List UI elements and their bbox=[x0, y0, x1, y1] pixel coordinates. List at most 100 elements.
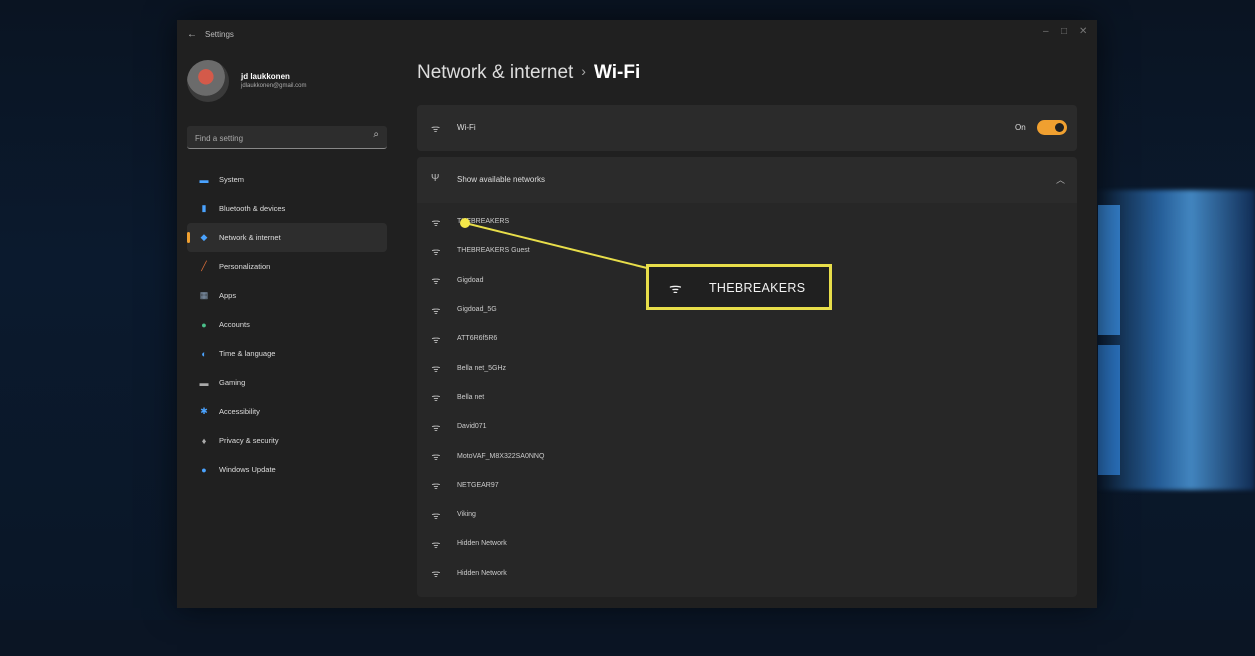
sidebar-item-gaming[interactable]: ▬ Gaming bbox=[187, 368, 387, 397]
user-name: jd laukkonen bbox=[241, 72, 290, 81]
sidebar-item-bluetooth[interactable]: ▮ Bluetooth & devices bbox=[187, 194, 387, 223]
wifi-toggle[interactable] bbox=[1037, 120, 1067, 135]
sidebar-item-windows-update[interactable]: ● Windows Update bbox=[187, 455, 387, 484]
breadcrumb-parent[interactable]: Network & internet bbox=[417, 62, 573, 83]
network-item[interactable]: ᯤ Viking bbox=[417, 500, 1077, 529]
monitor-icon: ▬ bbox=[199, 174, 209, 185]
brush-icon: ╱ bbox=[201, 261, 207, 271]
wifi-signal-icon: ᯤ bbox=[431, 539, 441, 551]
sidebar-item-system[interactable]: ▬ System bbox=[187, 165, 387, 194]
wifi-secured-icon: ᯤ bbox=[669, 280, 682, 296]
back-arrow-icon[interactable]: ← bbox=[187, 29, 197, 40]
page-title: Network & internet › Wi-Fi bbox=[417, 62, 640, 84]
sidebar-item-label: Accounts bbox=[219, 320, 250, 329]
network-item[interactable]: ᯤ MotoVAF_M8X322SA0NNQ bbox=[417, 441, 1077, 470]
network-item[interactable]: ᯤ David071 bbox=[417, 412, 1077, 441]
close-icon[interactable]: ✕ bbox=[1079, 26, 1087, 37]
wifi-signal-icon: ᯤ bbox=[431, 422, 441, 434]
taskbar bbox=[0, 620, 1255, 656]
search-input[interactable] bbox=[193, 129, 367, 147]
network-item[interactable]: ᯤ THEBREAKERS bbox=[417, 207, 1077, 236]
gamepad-icon: ▬ bbox=[199, 377, 209, 388]
desktop-pane-lower bbox=[1098, 345, 1120, 475]
network-item[interactable]: ᯤ Hidden Network bbox=[417, 559, 1077, 588]
shield-icon: ♦ bbox=[201, 435, 207, 446]
sidebar-nav: ▬ System ▮ Bluetooth & devices ◆ Network… bbox=[187, 165, 387, 484]
network-name: MotoVAF_M8X322SA0NNQ bbox=[457, 452, 545, 460]
network-item[interactable]: ᯤ NETGEAR97 bbox=[417, 471, 1077, 500]
maximize-icon[interactable]: □ bbox=[1061, 26, 1067, 37]
sidebar-item-personalization[interactable]: ╱ Personalization bbox=[187, 252, 387, 281]
person-icon: ● bbox=[201, 319, 207, 330]
sidebar-item-label: Time & language bbox=[219, 349, 276, 358]
wifi-signal-icon: ᯤ bbox=[431, 393, 441, 405]
settings-window: ← Settings – □ ✕ jd laukkonen jdlaukkone… bbox=[177, 20, 1097, 608]
sidebar-item-accounts[interactable]: ● Accounts bbox=[187, 310, 387, 339]
network-name: Gigdoad bbox=[457, 276, 484, 284]
network-item[interactable]: ᯤ Hidden Network bbox=[417, 529, 1077, 558]
wifi-signal-icon: ᯤ bbox=[431, 364, 441, 376]
wifi-icon: ᯤ bbox=[431, 124, 441, 135]
wifi-diamond-icon: ◆ bbox=[200, 232, 208, 242]
callout-highlight-box: ᯤ THEBREAKERS bbox=[646, 264, 832, 310]
networks-header-label: Show available networks bbox=[457, 175, 546, 184]
sidebar-item-label: Privacy & security bbox=[219, 436, 279, 445]
user-email: jdlaukkonen@gmail.com bbox=[241, 83, 307, 89]
network-name: ATT6R6f5R6 bbox=[457, 335, 498, 343]
sidebar-item-label: Personalization bbox=[219, 262, 271, 271]
antenna-icon: Ψ bbox=[431, 173, 440, 184]
desktop-pane-upper bbox=[1098, 205, 1120, 335]
bluetooth-icon: ▮ bbox=[201, 203, 207, 213]
wifi-signal-icon: ᯤ bbox=[431, 452, 441, 464]
minimize-icon[interactable]: – bbox=[1043, 26, 1049, 37]
sidebar-item-label: Accessibility bbox=[219, 407, 260, 416]
window-title: Settings bbox=[205, 30, 234, 39]
sidebar-item-label: System bbox=[219, 175, 245, 184]
breadcrumb-current: Wi-Fi bbox=[593, 62, 641, 83]
wifi-signal-icon: ᯤ bbox=[431, 217, 441, 229]
wifi-signal-icon: ᯤ bbox=[431, 305, 441, 317]
show-available-networks-header[interactable]: Ψ Show available networks ︿ bbox=[417, 157, 1077, 203]
network-item[interactable]: ᯤ Bella net_5GHz bbox=[417, 353, 1077, 382]
toggle-knob bbox=[1055, 123, 1064, 132]
avatar[interactable] bbox=[187, 60, 229, 102]
network-name: THEBREAKERS Guest bbox=[457, 247, 530, 255]
network-name: David071 bbox=[457, 423, 487, 431]
globe-icon: ◐ bbox=[201, 348, 207, 359]
network-name: Hidden Network bbox=[457, 569, 507, 577]
sidebar-item-label: Windows Update bbox=[219, 465, 276, 474]
sidebar-item-privacy[interactable]: ♦ Privacy & security bbox=[187, 426, 387, 455]
wifi-setting-row[interactable]: ᯤ Wi-Fi On bbox=[417, 105, 1077, 151]
sidebar-item-time-language[interactable]: ◐ Time & language bbox=[187, 339, 387, 368]
toggle-state-text: On bbox=[1015, 123, 1026, 132]
sidebar-item-network[interactable]: ◆ Network & internet bbox=[187, 223, 387, 252]
sidebar-item-apps[interactable]: ▦ Apps bbox=[187, 281, 387, 310]
wifi-signal-icon: ᯤ bbox=[431, 481, 441, 493]
network-item[interactable]: ᯤ THEBREAKERS Guest bbox=[417, 236, 1077, 265]
callout-network-name: THEBREAKERS bbox=[709, 281, 806, 295]
network-name: Bella net bbox=[457, 393, 485, 401]
wifi-signal-icon: ᯤ bbox=[431, 246, 441, 258]
network-name: Hidden Network bbox=[457, 540, 507, 548]
network-name: Bella net_5GHz bbox=[457, 364, 507, 372]
network-name: Gigdoad_5G bbox=[457, 306, 497, 314]
sidebar-item-label: Apps bbox=[219, 291, 237, 300]
network-item[interactable]: ᯤ ATT6R6f5R6 bbox=[417, 324, 1077, 353]
sidebar-item-label: Gaming bbox=[219, 378, 246, 387]
update-icon: ● bbox=[201, 464, 207, 475]
network-item[interactable]: ᯤ Bella net bbox=[417, 383, 1077, 412]
network-name: Viking bbox=[457, 511, 476, 519]
chevron-up-icon[interactable]: ︿ bbox=[1056, 173, 1065, 186]
apps-icon: ▦ bbox=[199, 290, 209, 300]
wifi-signal-icon: ᯤ bbox=[431, 510, 441, 522]
sidebar-item-accessibility[interactable]: ✱ Accessibility bbox=[187, 397, 387, 426]
wifi-signal-icon: ᯤ bbox=[431, 334, 441, 346]
sidebar-item-label: Network & internet bbox=[219, 233, 281, 242]
callout-pointer-dot bbox=[460, 218, 470, 228]
breadcrumb-separator: › bbox=[581, 63, 586, 79]
available-networks-panel: Ψ Show available networks ︿ ᯤ THEBREAKERS… bbox=[417, 157, 1077, 597]
wifi-label: Wi-Fi bbox=[457, 123, 476, 132]
search-box[interactable]: ⌕ bbox=[187, 126, 387, 149]
search-icon[interactable]: ⌕ bbox=[373, 129, 379, 140]
sidebar-item-label: Bluetooth & devices bbox=[219, 204, 286, 213]
